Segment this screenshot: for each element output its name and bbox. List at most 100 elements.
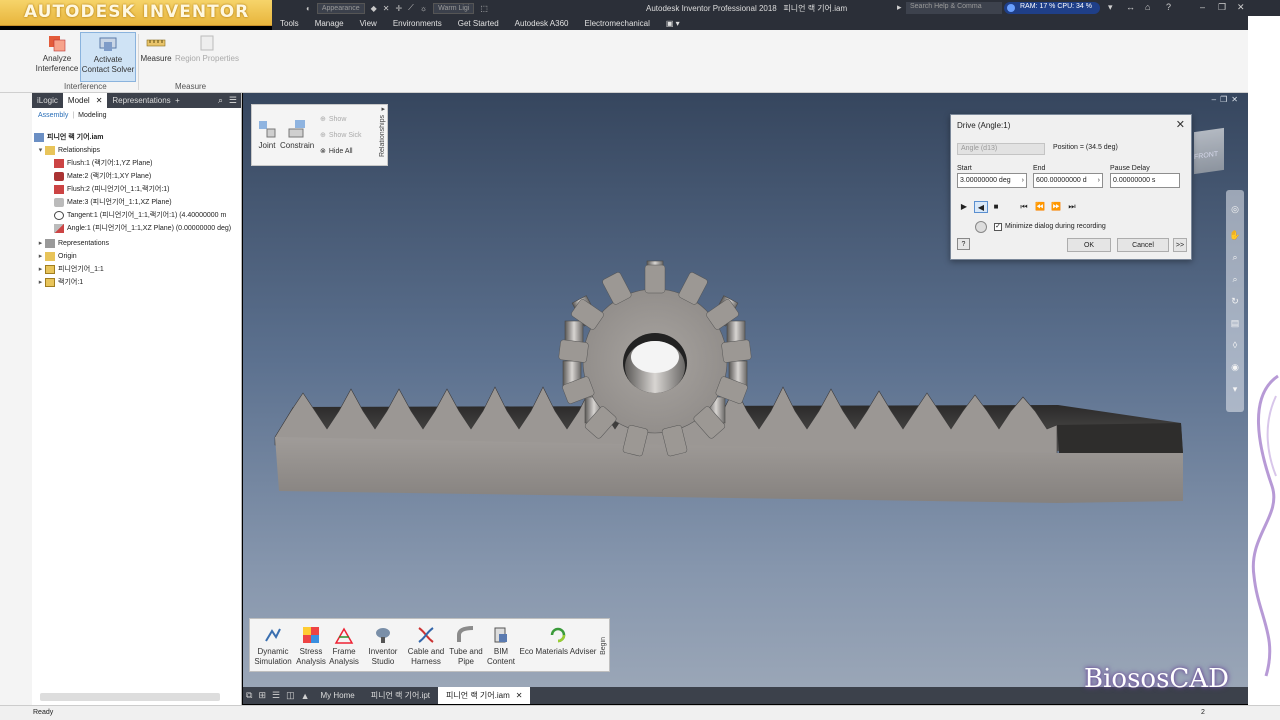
go-to-end-button[interactable]: ⏭ (1065, 201, 1079, 213)
center-icon[interactable]: ◉ (1229, 362, 1241, 374)
close-window-icon[interactable]: ✕ (1237, 2, 1245, 13)
constraint-dropdown[interactable]: Angle (d13) (957, 143, 1045, 155)
tile-icon[interactable]: ⊞ (255, 690, 269, 701)
tab-options-icon[interactable]: ▣ ▾ (658, 19, 688, 28)
a360-icon[interactable]: ↔ (1126, 2, 1135, 12)
doc-tab-ipt[interactable]: 피니언 랙 기어.ipt (363, 687, 438, 704)
inventor-studio-button[interactable]: Inventor Studio (366, 625, 400, 667)
minimize-checkbox[interactable]: ✓ (994, 223, 1002, 231)
orbit-icon[interactable]: ↻ (1229, 296, 1241, 308)
step-forward-button[interactable]: ⏩ (1049, 201, 1063, 213)
color-icon[interactable]: ◆ (371, 4, 377, 13)
tree-representations[interactable]: ▸ Representations (36, 237, 109, 250)
tab-electromechanical[interactable]: Electromechanical (576, 19, 657, 28)
start-input[interactable]: 3.00000000 deg › (957, 173, 1027, 188)
tab-get-started[interactable]: Get Started (450, 19, 507, 28)
tree-constraint-mate-3[interactable]: Mate:3 (피니언기어_1:1,XZ Plane) (54, 196, 172, 209)
stop-button[interactable]: ■ (989, 201, 1003, 213)
tab-environments[interactable]: Environments (385, 19, 450, 28)
measure-icon[interactable]: ⟋ (408, 3, 414, 13)
appearance-icon[interactable]: ◐ (306, 4, 311, 13)
free-orbit-icon[interactable]: ◊ (1229, 340, 1241, 352)
expand-icon[interactable]: ▸ (36, 250, 45, 263)
tree-part-pinion[interactable]: ▸ 피니언기어_1:1 (36, 263, 104, 276)
tab-a360[interactable]: Autodesk A360 (507, 19, 577, 28)
tree-constraint-tangent-1[interactable]: Tangent:1 (피니언기어_1:1,랙기어:1) (4.40000000 … (54, 209, 226, 222)
tree-origin[interactable]: ▸ Origin (36, 250, 77, 263)
expand-icon[interactable]: ▸ (36, 276, 45, 289)
browser-tab-model[interactable]: Model ✕ (62, 93, 108, 108)
help-button[interactable]: ? (957, 238, 970, 250)
measure-button[interactable]: Measure (140, 32, 172, 64)
tree-constraint-mate-2[interactable]: Mate:2 (랙기어:1,XY Plane) (54, 170, 151, 183)
dynamic-simulation-button[interactable]: Dynamic Simulation (254, 625, 292, 667)
doc-tab-home[interactable]: My Home (313, 687, 363, 704)
step-back-button[interactable]: ⏪ (1033, 201, 1047, 213)
tree-constraint-flush-1[interactable]: Flush:1 (랙기어:1,YZ Plane) (54, 157, 152, 170)
cable-harness-button[interactable]: Cable and Harness (406, 625, 446, 667)
dropdown-icon[interactable]: ▾ (1108, 2, 1113, 13)
end-input[interactable]: 600.00000000 d › (1033, 173, 1103, 188)
nav-options-icon[interactable]: ▾ (1229, 384, 1241, 396)
tab-manage[interactable]: Manage (307, 19, 352, 28)
help-search-input[interactable]: Search Help & Comma (906, 2, 1002, 14)
go-to-start-button[interactable]: ⏮ (1017, 201, 1031, 213)
look-at-icon[interactable]: ▤ (1229, 318, 1241, 330)
ok-button[interactable]: OK (1067, 238, 1111, 252)
split-icon[interactable]: ◫ (283, 690, 298, 701)
search-icon[interactable]: ⌕ (218, 95, 223, 106)
close-icon[interactable]: ✕ (516, 691, 523, 700)
menu-icon[interactable]: ☰ (229, 95, 237, 106)
cascade-icon[interactable]: ⧉ (243, 690, 255, 701)
pause-delay-input[interactable]: 0.00000000 s (1110, 173, 1180, 188)
pan-icon[interactable]: ✋ (1229, 230, 1241, 242)
arrange-icon[interactable]: ☰ (269, 690, 283, 701)
cancel-button[interactable]: Cancel (1117, 238, 1169, 252)
tree-constraint-flush-2[interactable]: Flush:2 (피니언기어_1:1,랙기어:1) (54, 183, 170, 196)
doc-tab-iam[interactable]: 피니언 랙 기어.iam ✕ (438, 687, 531, 704)
activate-contact-solver-button[interactable]: Activate Contact Solver (80, 32, 136, 82)
more-button[interactable]: >> (1173, 238, 1187, 252)
doc-menu-icon[interactable]: ▲ (298, 691, 313, 701)
lighting-icon[interactable]: ☼ (420, 4, 427, 13)
tree-relationships[interactable]: ▾ Relationships (36, 144, 100, 157)
minimize-icon[interactable]: – (1200, 2, 1205, 12)
clear-icon[interactable]: ✕ (383, 4, 390, 13)
help-icon[interactable]: ? (1166, 2, 1171, 12)
zoom-window-icon[interactable]: ⌕ (1229, 274, 1241, 286)
expand-icon[interactable]: ▾ (36, 144, 45, 157)
analyze-interference-button[interactable]: Analyze Interference (34, 32, 80, 74)
dialog-close-icon[interactable]: ✕ (1176, 118, 1185, 131)
lighting-dropdown[interactable]: Warm Ligi (433, 2, 475, 14)
eco-materials-adviser-button[interactable]: Eco Materials Adviser (518, 625, 598, 657)
select-icon[interactable]: ⬚ (480, 4, 488, 13)
browser-tab-ilogic[interactable]: iLogic (32, 93, 63, 108)
tab-tools[interactable]: Tools (272, 19, 307, 28)
tube-pipe-button[interactable]: Tube and Pipe (448, 625, 484, 667)
browser-horizontal-scrollbar[interactable] (40, 693, 220, 701)
region-properties-button[interactable]: Region Properties (174, 32, 240, 64)
search-toggle-icon[interactable]: ▸ (897, 2, 902, 13)
bim-content-button[interactable]: BIM Content (484, 625, 518, 667)
tree-constraint-angle-1[interactable]: Angle:1 (피니언기어_1:1,XZ Plane) (0.00000000… (54, 222, 231, 235)
tab-view[interactable]: View (352, 19, 385, 28)
play-reverse-button[interactable]: ◀ (974, 201, 988, 213)
modeling-mode-link[interactable]: Modeling (78, 112, 106, 119)
restore-icon[interactable]: ❐ (1218, 2, 1226, 13)
move-icon[interactable]: ✛ (395, 4, 402, 13)
play-forward-button[interactable]: ▶ (957, 201, 971, 213)
chevron-right-icon[interactable]: › (1098, 177, 1100, 184)
viewcube[interactable]: FRONT (1194, 127, 1224, 175)
cart-icon[interactable]: ⌂ (1145, 2, 1150, 12)
chevron-right-icon[interactable]: › (1022, 177, 1024, 184)
record-icon[interactable] (975, 221, 987, 233)
zoom-icon[interactable]: ⌕ (1229, 252, 1241, 264)
stress-analysis-button[interactable]: Stress Analysis (294, 625, 328, 667)
assembly-mode-link[interactable]: Assembly (38, 112, 68, 119)
browser-tab-representations[interactable]: Representations + (107, 93, 184, 108)
tree-root-assembly[interactable]: 피니언 랙 기어.iam (34, 131, 104, 144)
tree-part-rack[interactable]: ▸ 랙기어:1 (36, 276, 83, 289)
steering-wheel-icon[interactable]: ◎ (1229, 204, 1241, 216)
expand-icon[interactable]: ▸ (36, 237, 45, 250)
add-icon[interactable]: + (175, 96, 180, 105)
